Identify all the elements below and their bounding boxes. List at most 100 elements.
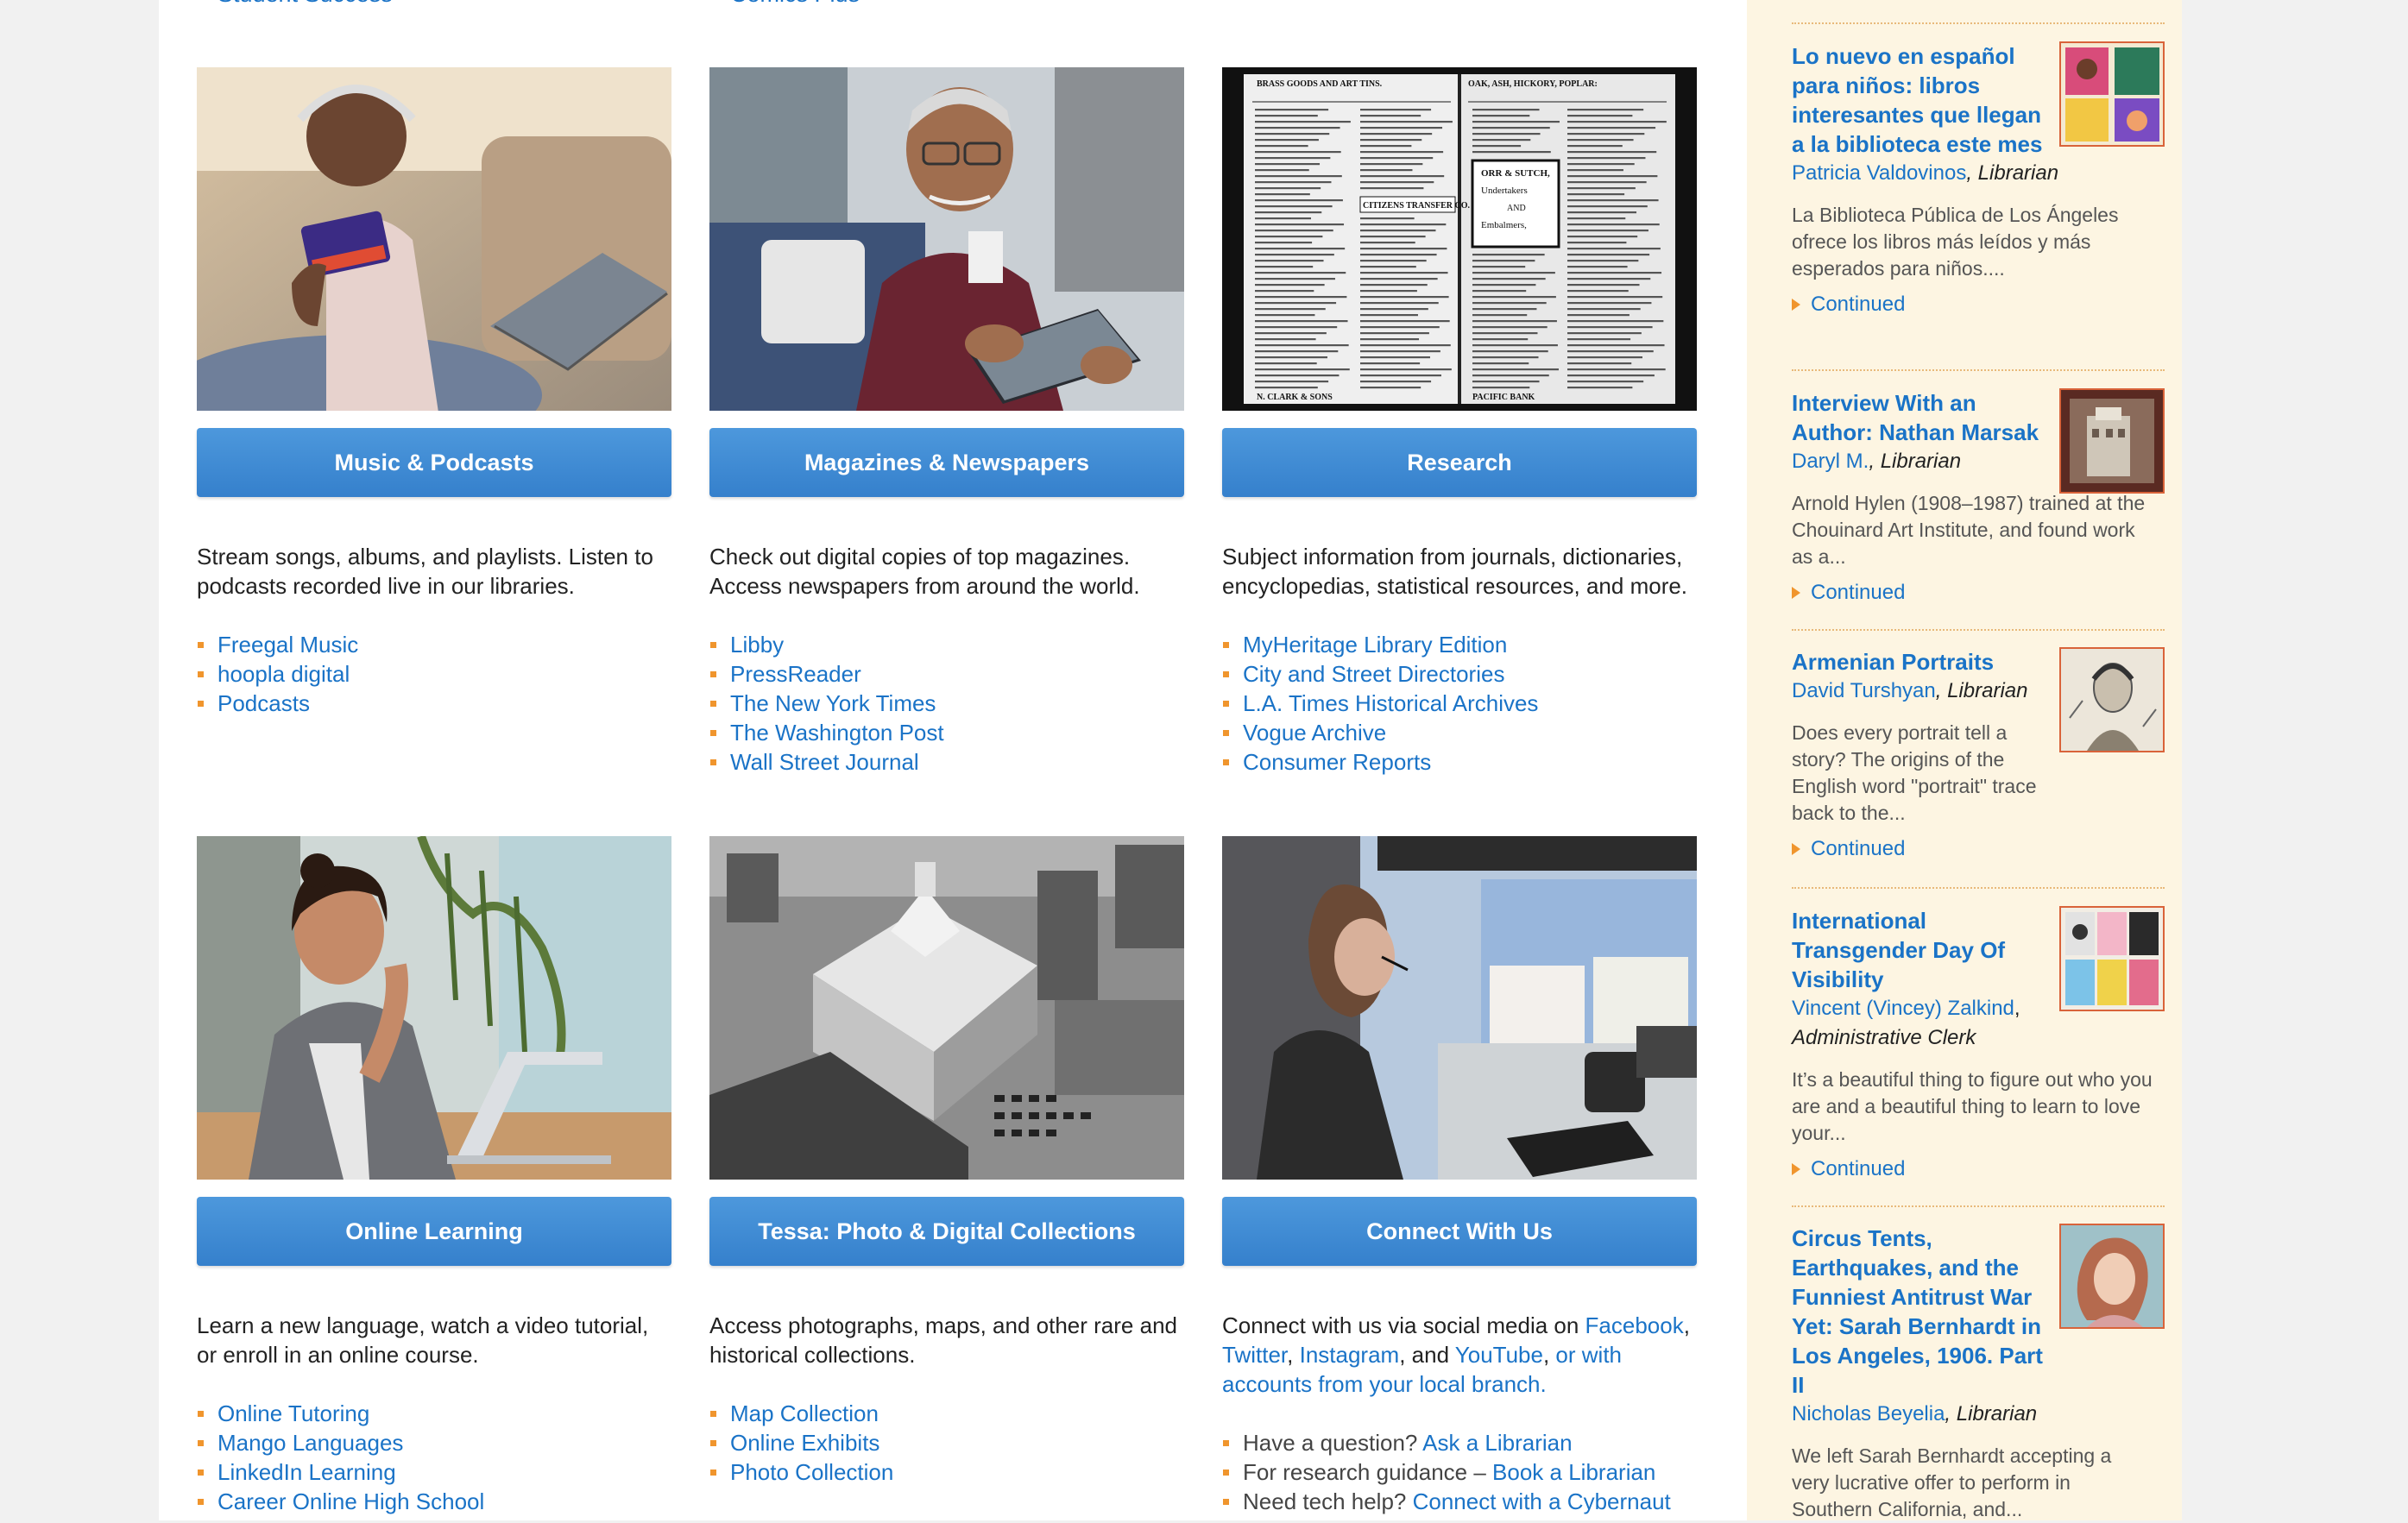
post-1-title[interactable]: Lo nuevo en español para niños: libros i… — [1792, 41, 2051, 159]
sidebar-post-2: Interview With an Author: Nathan Marsak … — [1792, 388, 2165, 605]
post-1-author: Patricia Valdovinos, Librarian — [1792, 161, 2059, 185]
link-wall-street-journal[interactable]: Wall Street Journal — [709, 747, 1184, 777]
online-learning-image[interactable] — [197, 836, 671, 1180]
link-hoopla-digital[interactable]: hoopla digital — [197, 659, 671, 689]
post-4-title[interactable]: International Transgender Day Of Visibil… — [1792, 906, 2051, 994]
post-1-thumbnail[interactable] — [2059, 41, 2165, 147]
sidebar-divider — [1792, 887, 2165, 889]
card-connect-with-us: Connect With Us Connect with us via soci… — [1222, 836, 1697, 1516]
post-5-author: Nicholas Beyelia, Librarian — [1792, 1402, 2038, 1425]
post-2-continued-link[interactable]: Continued — [1792, 581, 2165, 605]
link-linkedin-learning[interactable]: LinkedIn Learning — [197, 1457, 671, 1487]
research-box-line-4: Embalmers, — [1481, 220, 1527, 230]
card-music-podcasts: Music & Podcasts Stream songs, albums, a… — [197, 67, 671, 718]
link-freegal-music[interactable]: Freegal Music — [197, 630, 671, 659]
link-twitter[interactable]: Twitter — [1222, 1342, 1287, 1368]
link-online-exhibits[interactable]: Online Exhibits — [709, 1428, 1184, 1457]
link-career-online-high-school[interactable]: Career Online High School — [197, 1487, 671, 1516]
link-new-york-times[interactable]: The New York Times — [709, 689, 1184, 718]
link-city-street-directories[interactable]: City and Street Directories — [1222, 659, 1697, 689]
post-3-author: David Turshyan, Librarian — [1792, 679, 2028, 702]
magazines-newspapers-links: Libby PressReader The New York Times The… — [709, 630, 1184, 777]
link-instagram[interactable]: Instagram — [1300, 1342, 1400, 1368]
connect-with-us-image[interactable] — [1222, 836, 1697, 1180]
tessa-description: Access photographs, maps, and other rare… — [709, 1312, 1177, 1368]
online-learning-links: Online Tutoring Mango Languages LinkedIn… — [197, 1399, 671, 1516]
help-book-librarian: For research guidance – Book a Librarian — [1222, 1457, 1697, 1487]
post-3-title[interactable]: Armenian Portraits — [1792, 647, 2051, 677]
main-content: Student Success Comics Plus — [159, 0, 1747, 1520]
post-2-title[interactable]: Interview With an Author: Nathan Marsak — [1792, 388, 2051, 447]
post-1-continued-link[interactable]: Continued — [1792, 293, 2165, 317]
music-podcasts-links: Freegal Music hoopla digital Podcasts — [197, 630, 671, 718]
link-student-success[interactable]: Student Success — [217, 0, 393, 8]
sidebar-divider — [1792, 369, 2165, 371]
card-research: BRASS GOODS AND ART TINS. OAK, ASH, HICK… — [1222, 67, 1697, 777]
post-4-continued-link[interactable]: Continued — [1792, 1157, 2165, 1181]
post-5-author-link[interactable]: Nicholas Beyelia — [1792, 1402, 1945, 1425]
online-learning-button[interactable]: Online Learning — [197, 1197, 671, 1266]
music-podcasts-button[interactable]: Music & Podcasts — [197, 428, 671, 497]
tessa-button[interactable]: Tessa: Photo & Digital Collections — [709, 1197, 1184, 1266]
card-magazines-newspapers: Magazines & Newspapers Check out digital… — [709, 67, 1184, 777]
research-links: MyHeritage Library Edition City and Stre… — [1222, 630, 1697, 777]
sidebar-post-4: International Transgender Day Of Visibil… — [1792, 906, 2165, 1181]
post-4-author: Vincent (Vincey) Zalkind, Administrative … — [1792, 997, 2020, 1049]
sidebar-post-1: Lo nuevo en español para niños: libros i… — [1792, 41, 2165, 317]
research-header-left: BRASS GOODS AND ART TINS. — [1257, 79, 1383, 89]
link-photo-collection[interactable]: Photo Collection — [709, 1457, 1184, 1487]
link-pressreader[interactable]: PressReader — [709, 659, 1184, 689]
link-washington-post[interactable]: The Washington Post — [709, 718, 1184, 747]
post-2-excerpt: Arnold Hylen (1908–1987) trained at the … — [1792, 492, 2146, 568]
online-learning-description: Learn a new language, watch a video tuto… — [197, 1312, 649, 1368]
post-5-title[interactable]: Circus Tents, Earthquakes, and the Funni… — [1792, 1224, 2051, 1400]
link-ask-a-librarian[interactable]: Ask a Librarian — [1422, 1430, 1572, 1456]
link-consumer-reports[interactable]: Consumer Reports — [1222, 747, 1697, 777]
link-book-a-librarian[interactable]: Book a Librarian — [1492, 1459, 1655, 1485]
link-libby[interactable]: Libby — [709, 630, 1184, 659]
connect-help-links: Have a question? Ask a Librarian For res… — [1222, 1428, 1697, 1516]
post-1-excerpt: La Biblioteca Pública de Los Ángeles ofr… — [1792, 204, 2119, 280]
link-map-collection[interactable]: Map Collection — [709, 1399, 1184, 1428]
sidebar-post-5: Circus Tents, Earthquakes, and the Funni… — [1792, 1224, 2165, 1523]
research-image[interactable]: BRASS GOODS AND ART TINS. OAK, ASH, HICK… — [1222, 67, 1697, 411]
post-3-author-link[interactable]: David Turshyan — [1792, 679, 1936, 702]
card-online-learning: Online Learning Learn a new language, wa… — [197, 836, 671, 1516]
link-myheritage[interactable]: MyHeritage Library Edition — [1222, 630, 1697, 659]
post-4-thumbnail[interactable] — [2059, 906, 2165, 1011]
blog-sidebar: Lo nuevo en español para niños: libros i… — [1747, 0, 2182, 1520]
link-connect-with-cybernaut[interactable]: Connect with a Cybernaut — [1413, 1488, 1671, 1514]
link-podcasts[interactable]: Podcasts — [197, 689, 671, 718]
post-4-excerpt: It’s a beautiful thing to figure out who… — [1792, 1068, 2153, 1144]
research-box-line-3: AND — [1507, 204, 1526, 213]
sidebar-divider — [1792, 629, 2165, 631]
link-youtube[interactable]: YouTube — [1455, 1342, 1543, 1368]
post-1-author-link[interactable]: Patricia Valdovinos — [1792, 161, 1966, 185]
sidebar-divider — [1792, 1205, 2165, 1207]
research-footer-left: N. CLARK & SONS — [1257, 393, 1333, 402]
link-online-tutoring[interactable]: Online Tutoring — [197, 1399, 671, 1428]
link-comics-plus[interactable]: Comics Plus — [730, 0, 860, 8]
research-button[interactable]: Research — [1222, 428, 1697, 497]
link-vogue-archive[interactable]: Vogue Archive — [1222, 718, 1697, 747]
research-company: CITIZENS TRANSFER CO. — [1363, 201, 1471, 211]
link-facebook[interactable]: Facebook — [1585, 1312, 1684, 1338]
post-3-continued-link[interactable]: Continued — [1792, 837, 2165, 861]
magazines-newspapers-button[interactable]: Magazines & Newspapers — [709, 428, 1184, 497]
post-4-author-link[interactable]: Vincent (Vincey) Zalkind — [1792, 997, 2014, 1020]
music-podcasts-image[interactable] — [197, 67, 671, 411]
sidebar-post-3: Armenian Portraits David Turshyan, Libra… — [1792, 647, 2165, 861]
link-la-times-archives[interactable]: L.A. Times Historical Archives — [1222, 689, 1697, 718]
connect-with-us-button[interactable]: Connect With Us — [1222, 1197, 1697, 1266]
link-mango-languages[interactable]: Mango Languages — [197, 1428, 671, 1457]
research-footer-right: PACIFIC BANK — [1472, 393, 1535, 402]
research-box-line-2: Undertakers — [1481, 186, 1528, 196]
post-3-thumbnail[interactable] — [2059, 647, 2165, 752]
help-cybernaut: Need tech help? Connect with a Cybernaut — [1222, 1487, 1697, 1516]
magazines-newspapers-image[interactable] — [709, 67, 1184, 411]
tessa-image[interactable] — [709, 836, 1184, 1180]
post-2-author-link[interactable]: Daryl M. — [1792, 450, 1869, 473]
post-2-thumbnail[interactable] — [2059, 388, 2165, 494]
post-5-thumbnail[interactable] — [2059, 1224, 2165, 1329]
connect-with-us-description: Connect with us via social media on Face… — [1222, 1312, 1690, 1397]
